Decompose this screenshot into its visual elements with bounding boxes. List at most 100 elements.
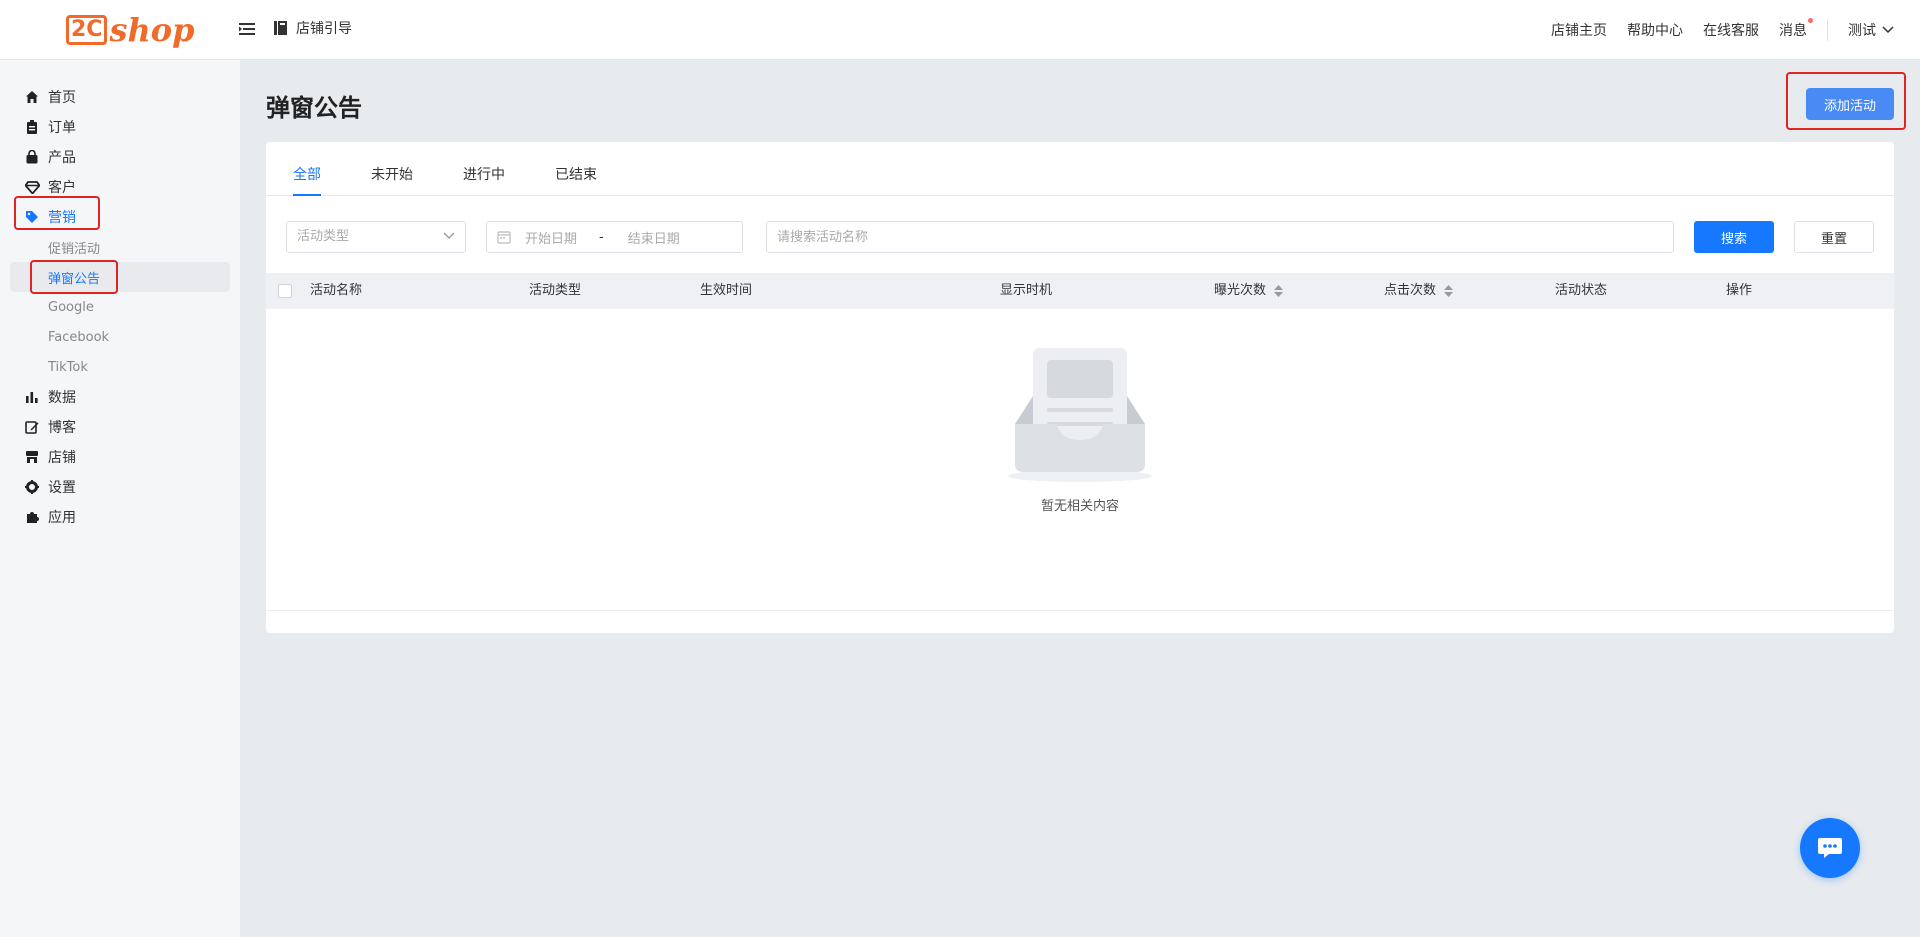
logo-mark: 2C xyxy=(66,15,108,45)
header-divider xyxy=(1827,19,1828,41)
tab-ended[interactable]: 已结束 xyxy=(555,164,597,196)
top-header: 2C shop 店铺引导 店铺主页 帮助中心 在线客服 消息 测试 xyxy=(0,0,1920,60)
date-range-picker[interactable]: 开始日期 - 结束日期 xyxy=(486,221,743,253)
search-button[interactable]: 搜索 xyxy=(1694,221,1774,253)
sidebar-item-label: 营销 xyxy=(48,210,76,226)
store-guide-link[interactable]: 店铺引导 xyxy=(274,18,352,38)
sidebar-subitem-label: Facebook xyxy=(48,329,110,345)
sidebar-item-blog[interactable]: 博客 xyxy=(0,412,240,442)
sidebar-item-label: 客户 xyxy=(48,180,76,196)
book-icon xyxy=(274,21,287,35)
sidebar-item-marketing[interactable]: 营销 xyxy=(0,202,240,232)
sort-icon[interactable] xyxy=(1444,285,1454,297)
sidebar-item-label: 博客 xyxy=(48,420,76,436)
breadcrumb-label: 店铺引导 xyxy=(296,21,352,37)
activity-name-search-input[interactable] xyxy=(766,221,1674,253)
tag-icon xyxy=(24,209,40,225)
sidebar-item-home[interactable]: 首页 xyxy=(0,82,240,112)
unread-dot xyxy=(1808,18,1813,23)
messages-label: 消息 xyxy=(1779,23,1807,39)
clipboard-icon xyxy=(24,119,40,135)
help-center-link[interactable]: 帮助中心 xyxy=(1627,20,1683,40)
column-status: 活动状态 xyxy=(1555,273,1607,309)
tab-in-progress[interactable]: 进行中 xyxy=(463,164,505,196)
sidebar-item-products[interactable]: 产品 xyxy=(0,142,240,172)
activity-type-select[interactable]: 活动类型 xyxy=(286,221,466,253)
user-name: 测试 xyxy=(1848,23,1876,39)
store-icon xyxy=(24,449,40,465)
column-activity-name: 活动名称 xyxy=(310,273,362,309)
add-activity-button[interactable]: 添加活动 xyxy=(1806,88,1894,120)
empty-state-text: 暂无相关内容 xyxy=(1040,499,1119,514)
user-menu[interactable]: 测试 xyxy=(1848,20,1894,40)
column-label: 操作 xyxy=(1726,283,1753,298)
sidebar-subitem-facebook[interactable]: Facebook xyxy=(10,322,230,352)
header-actions: 店铺主页 帮助中心 在线客服 消息 测试 xyxy=(1551,0,1894,60)
sidebar-item-label: 数据 xyxy=(48,390,76,406)
sidebar-item-label: 首页 xyxy=(48,90,76,106)
sidebar-item-customers[interactable]: 客户 xyxy=(0,172,240,202)
sidebar-subitem-label: Google xyxy=(48,299,94,315)
sidebar-subitem-tiktok[interactable]: TikTok xyxy=(10,352,230,382)
card-divider xyxy=(266,610,1894,611)
start-date-placeholder[interactable]: 开始日期 xyxy=(525,228,577,247)
edit-icon xyxy=(24,419,40,435)
sidebar-item-apps[interactable]: 应用 xyxy=(0,502,240,532)
logo[interactable]: 2C shop xyxy=(66,8,194,52)
shopping-bag-icon xyxy=(24,149,40,165)
column-label: 曝光次数 xyxy=(1214,283,1267,298)
sidebar-item-label: 产品 xyxy=(48,150,76,166)
sidebar-item-label: 店铺 xyxy=(48,450,76,466)
column-clicks: 点击次数 xyxy=(1384,273,1454,309)
select-all-checkbox[interactable] xyxy=(278,284,292,298)
column-label: 点击次数 xyxy=(1384,283,1437,298)
bar-chart-icon xyxy=(24,389,40,405)
column-label: 活动名称 xyxy=(310,283,363,298)
chat-bubble-icon xyxy=(1818,838,1842,858)
page-title: 弹窗公告 xyxy=(266,94,362,122)
sidebar-item-settings[interactable]: 设置 xyxy=(0,472,240,502)
end-date-placeholder[interactable]: 结束日期 xyxy=(628,228,680,247)
menu-toggle-icon[interactable] xyxy=(238,20,256,38)
sidebar-item-label: 订单 xyxy=(48,120,76,136)
chevron-down-icon xyxy=(1882,26,1894,34)
sidebar-item-label: 应用 xyxy=(48,510,76,526)
sidebar-subitem-promotions[interactable]: 促销活动 xyxy=(10,232,230,262)
sidebar-item-label: 设置 xyxy=(48,480,76,496)
sidebar-item-orders[interactable]: 订单 xyxy=(0,112,240,142)
online-service-link[interactable]: 在线客服 xyxy=(1703,20,1759,40)
column-actions: 操作 xyxy=(1726,273,1752,309)
sidebar-item-data[interactable]: 数据 xyxy=(0,382,240,412)
chevron-down-icon xyxy=(443,232,455,239)
sidebar-subitem-popup-announcements[interactable]: 弹窗公告 xyxy=(10,262,230,292)
column-label: 活动类型 xyxy=(529,283,582,298)
column-label: 显示时机 xyxy=(1000,283,1053,298)
empty-inbox-icon xyxy=(1008,348,1152,482)
status-tabs: 全部 未开始 进行中 已结束 xyxy=(266,142,1894,196)
date-separator: - xyxy=(599,229,604,245)
sidebar: 首页 订单 产品 客户 营销 促销活动 弹窗公告 Google Facebook… xyxy=(0,60,240,937)
logo-text: shop xyxy=(109,11,195,49)
home-icon xyxy=(24,89,40,105)
sidebar-subitem-label: 弹窗公告 xyxy=(48,271,101,287)
column-impressions: 曝光次数 xyxy=(1214,273,1284,309)
messages-link[interactable]: 消息 xyxy=(1779,18,1813,40)
column-label: 生效时间 xyxy=(700,283,753,298)
column-effective-time: 生效时间 xyxy=(700,273,752,309)
reset-button[interactable]: 重置 xyxy=(1794,221,1874,253)
tab-all[interactable]: 全部 xyxy=(293,164,321,196)
store-home-link[interactable]: 店铺主页 xyxy=(1551,20,1607,40)
calendar-icon xyxy=(497,231,511,244)
sidebar-item-store[interactable]: 店铺 xyxy=(0,442,240,472)
column-activity-type: 活动类型 xyxy=(529,273,581,309)
gear-icon xyxy=(24,479,40,495)
sidebar-subitem-google[interactable]: Google xyxy=(10,292,230,322)
column-label: 活动状态 xyxy=(1555,283,1608,298)
chat-button[interactable] xyxy=(1800,818,1860,878)
sort-icon[interactable] xyxy=(1274,285,1284,297)
puzzle-icon xyxy=(24,509,40,525)
activity-list-card: 全部 未开始 进行中 已结束 活动类型 开始日期 - 结束日期 搜索 重置 活动… xyxy=(266,142,1894,633)
diamond-icon xyxy=(24,179,40,195)
column-display-timing: 显示时机 xyxy=(1000,273,1052,309)
tab-not-started[interactable]: 未开始 xyxy=(371,164,413,196)
